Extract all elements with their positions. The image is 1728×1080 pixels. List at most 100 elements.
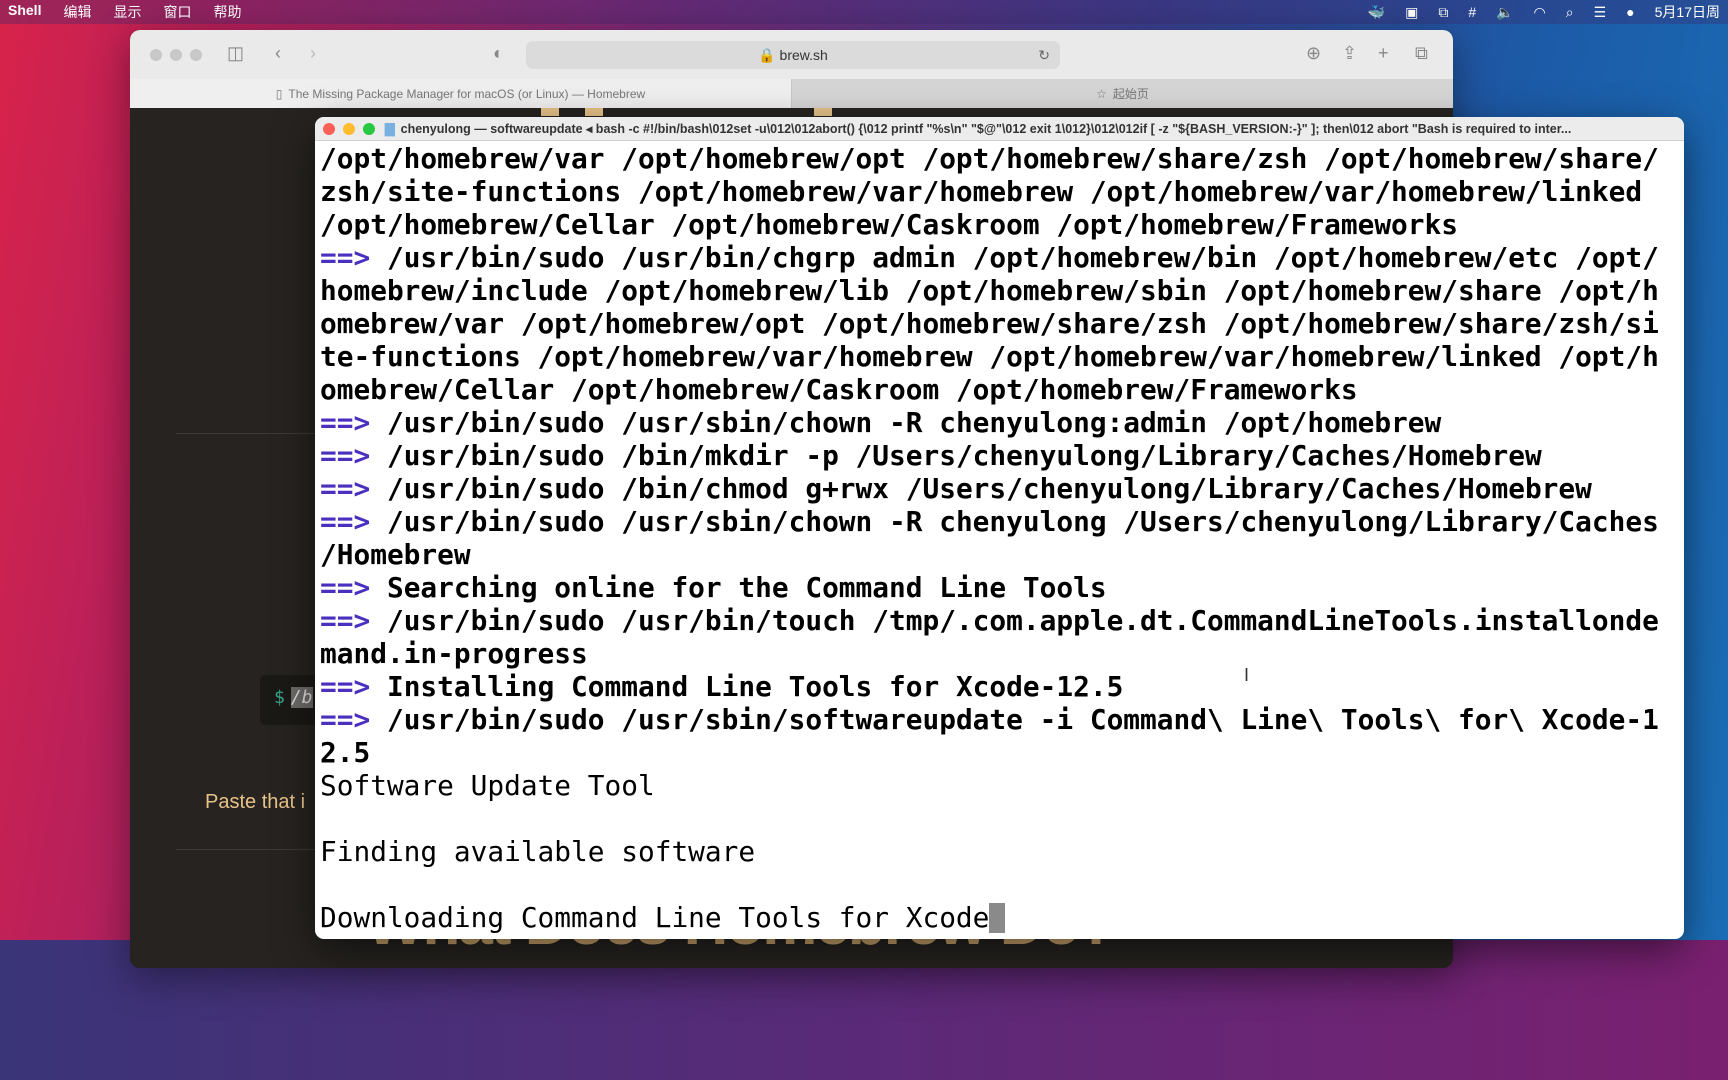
text-cursor-icon: I bbox=[1244, 665, 1250, 685]
terminal-line: ==> Searching online for the Command Lin… bbox=[320, 571, 1684, 604]
paste-instruction: Paste that i bbox=[205, 791, 306, 813]
terminal-line: omebrew/Cellar /opt/homebrew/Caskroom /o… bbox=[320, 373, 1684, 406]
terminal-line: /opt/homebrew/var /opt/homebrew/opt /opt… bbox=[320, 142, 1684, 175]
folder-icon: ▇ bbox=[385, 122, 395, 136]
terminal-line: 2.5 bbox=[320, 736, 1684, 769]
terminal-title: chenyulong — softwareupdate ◂ bash -c #!… bbox=[400, 122, 1572, 136]
terminal-line: mand.in-progress bbox=[320, 637, 1684, 670]
reload-icon[interactable]: ↻ bbox=[1038, 41, 1050, 69]
line-text: zsh/site-functions /opt/homebrew/var/hom… bbox=[320, 175, 1643, 208]
menu-app-shell[interactable]: Shell bbox=[8, 2, 41, 22]
line-text: /opt/homebrew/var /opt/homebrew/opt /opt… bbox=[320, 142, 1659, 175]
menu-window[interactable]: 窗口 bbox=[163, 2, 191, 22]
tab-bar: ▯ The Missing Package Manager for macOS (… bbox=[130, 79, 1453, 108]
terminal-titlebar: ▇ chenyulong — softwareupdate ◂ bash -c … bbox=[315, 117, 1684, 141]
shield-icon[interactable]: ◐ bbox=[493, 43, 504, 64]
arrow-prefix: ==> bbox=[320, 472, 371, 505]
tab-label: The Missing Package Manager for macOS (o… bbox=[288, 86, 646, 101]
minimize-button[interactable] bbox=[170, 48, 182, 61]
line-text: omebrew/Cellar /opt/homebrew/Caskroom /o… bbox=[320, 373, 1358, 406]
share-icon[interactable]: ⇪ bbox=[1342, 43, 1357, 64]
tab-start-page[interactable]: ☆ 起始页 bbox=[791, 79, 1453, 108]
line-text: te-functions /opt/homebrew/var/homebrew … bbox=[320, 340, 1659, 373]
decoration bbox=[814, 108, 832, 116]
arrow-prefix: ==> bbox=[320, 241, 371, 274]
download-icon[interactable]: ⊕ bbox=[1306, 43, 1321, 64]
zoom-button[interactable] bbox=[363, 122, 375, 135]
docker-icon[interactable]: 🐳 bbox=[1368, 4, 1385, 21]
siri-icon[interactable]: ● bbox=[1626, 4, 1634, 20]
wifi-icon[interactable]: ◠ bbox=[1534, 4, 1546, 21]
back-icon[interactable]: ‹ bbox=[275, 43, 281, 64]
arrow-prefix: ==> bbox=[320, 604, 371, 637]
arrow-prefix: ==> bbox=[320, 703, 371, 736]
terminal-line: Software Update Tool bbox=[320, 769, 1684, 802]
terminal-line: ==> /usr/bin/sudo /usr/sbin/chown -R che… bbox=[320, 505, 1684, 538]
screen-record-icon[interactable]: ⧉ bbox=[1438, 4, 1448, 21]
terminal-line: ==> /usr/bin/sudo /usr/sbin/chown -R che… bbox=[320, 406, 1684, 439]
line-text: /usr/bin/sudo /usr/sbin/chown -R chenyul… bbox=[370, 505, 1659, 538]
reader-icon[interactable]: ▣ bbox=[1405, 4, 1418, 21]
decoration bbox=[541, 108, 559, 116]
close-button[interactable] bbox=[323, 122, 335, 135]
zoom-button[interactable] bbox=[190, 48, 202, 61]
control-center-icon[interactable]: ☰ bbox=[1594, 4, 1607, 21]
menu-bar: Shell 编辑 显示 窗口 帮助 🐳 ▣ ⧉ # 🔈 ◠ ⌕ ☰ ● 5月17… bbox=[0, 0, 1728, 24]
sidebar-icon[interactable]: ◫ bbox=[227, 43, 244, 64]
page-icon: ▯ bbox=[275, 86, 283, 101]
arrow-prefix: ==> bbox=[320, 670, 371, 703]
terminal-line: omebrew/var /opt/homebrew/opt /opt/homeb… bbox=[320, 307, 1684, 340]
arrow-prefix: ==> bbox=[320, 406, 371, 439]
spotlight-icon[interactable]: ⌕ bbox=[1566, 4, 1574, 21]
input-method-icon[interactable]: # bbox=[1468, 4, 1476, 20]
tab-overview-icon[interactable]: ⧉ bbox=[1415, 43, 1428, 64]
arrow-prefix: ==> bbox=[320, 571, 371, 604]
line-text: 2.5 bbox=[320, 736, 371, 769]
terminal-line: ==> /usr/bin/sudo /bin/chmod g+rwx /User… bbox=[320, 472, 1684, 505]
terminal-line: ==> /usr/bin/sudo /usr/sbin/softwareupda… bbox=[320, 703, 1684, 736]
line-text: /usr/bin/sudo /usr/sbin/softwareupdate -… bbox=[370, 703, 1659, 736]
star-icon: ☆ bbox=[1096, 86, 1107, 101]
new-tab-icon[interactable]: + bbox=[1378, 43, 1389, 64]
line-text: /usr/bin/sudo /usr/sbin/chown -R chenyul… bbox=[370, 406, 1442, 439]
line-text: Software Update Tool bbox=[320, 769, 655, 802]
line-text: /usr/bin/sudo /bin/chmod g+rwx /Users/ch… bbox=[370, 472, 1592, 505]
terminal-line: ==> /usr/bin/sudo /bin/mkdir -p /Users/c… bbox=[320, 439, 1684, 472]
terminal-line: /Homebrew bbox=[320, 538, 1684, 571]
clock[interactable]: 5月17日周 bbox=[1655, 2, 1720, 22]
line-text: /opt/homebrew/Cellar /opt/homebrew/Caskr… bbox=[320, 208, 1458, 241]
menu-help[interactable]: 帮助 bbox=[213, 2, 241, 22]
menu-view[interactable]: 显示 bbox=[113, 2, 141, 22]
prompt-symbol: $ bbox=[274, 687, 285, 708]
line-text: /usr/bin/sudo /bin/mkdir -p /Users/cheny… bbox=[370, 439, 1542, 472]
terminal-line: homebrew/include /opt/homebrew/lib /opt/… bbox=[320, 274, 1684, 307]
terminal-line: te-functions /opt/homebrew/var/homebrew … bbox=[320, 340, 1684, 373]
terminal-window: ▇ chenyulong — softwareupdate ◂ bash -c … bbox=[315, 117, 1684, 939]
terminal-line: Downloading Command Line Tools for Xcode bbox=[320, 901, 1684, 934]
terminal-line: ==> Installing Command Line Tools for Xc… bbox=[320, 670, 1684, 703]
terminal-output[interactable]: /opt/homebrew/var /opt/homebrew/opt /opt… bbox=[315, 141, 1684, 934]
tab-homebrew[interactable]: ▯ The Missing Package Manager for macOS (… bbox=[130, 79, 791, 108]
browser-toolbar: ◫ ‹ › ◐ 🔒 brew.sh ↻ ⊕ ⇪ + ⧉ bbox=[130, 30, 1453, 79]
install-command[interactable]: /b bbox=[290, 687, 313, 708]
minimize-button[interactable] bbox=[343, 122, 355, 135]
line-text: mand.in-progress bbox=[320, 637, 588, 670]
line-text: Downloading Command Line Tools for Xcode bbox=[320, 901, 990, 934]
close-button[interactable] bbox=[150, 48, 162, 61]
line-text: Finding available software bbox=[320, 835, 756, 868]
volume-icon[interactable]: 🔈 bbox=[1496, 4, 1513, 21]
line-text: Searching online for the Command Line To… bbox=[370, 571, 1107, 604]
menu-edit[interactable]: 编辑 bbox=[63, 2, 91, 22]
line-text: /usr/bin/sudo /usr/bin/chgrp admin /opt/… bbox=[370, 241, 1659, 274]
arrow-prefix: ==> bbox=[320, 505, 371, 538]
terminal-line: ==> /usr/bin/sudo /usr/bin/chgrp admin /… bbox=[320, 241, 1684, 274]
block-cursor bbox=[989, 903, 1006, 933]
url-text: brew.sh bbox=[779, 47, 828, 63]
terminal-line: /opt/homebrew/Cellar /opt/homebrew/Caskr… bbox=[320, 208, 1684, 241]
line-text: /usr/bin/sudo /usr/bin/touch /tmp/.com.a… bbox=[370, 604, 1659, 637]
terminal-line: ==> /usr/bin/sudo /usr/bin/touch /tmp/.c… bbox=[320, 604, 1684, 637]
forward-icon[interactable]: › bbox=[310, 43, 316, 64]
terminal-line: zsh/site-functions /opt/homebrew/var/hom… bbox=[320, 175, 1684, 208]
address-bar[interactable]: 🔒 brew.sh ↻ bbox=[526, 41, 1060, 69]
